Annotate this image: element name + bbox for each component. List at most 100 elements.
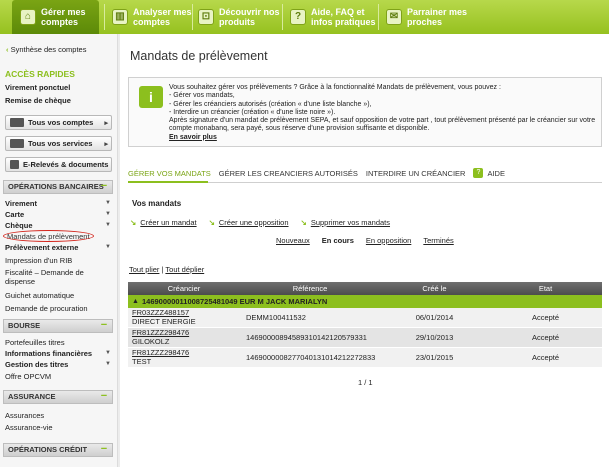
sidebar-item-informations[interactable]: Informations financières (5, 349, 92, 358)
tout-plier-link[interactable]: Tout plier (129, 265, 159, 274)
tous-vos-comptes-button[interactable]: Tous vos comptes ▸ (5, 115, 112, 130)
active-tab-indicator (128, 181, 208, 183)
sidebar-item-virement[interactable]: Virement (5, 199, 37, 208)
filter-en-cours[interactable]: En cours (322, 236, 354, 245)
sidebar: ‹ Synthèse des comptes ACCÈS RAPIDES Vir… (0, 34, 118, 467)
sidebar-item-rib[interactable]: Impression d'un RIB (5, 256, 72, 265)
collapse-icon[interactable]: − (99, 181, 109, 192)
main-content: Mandats de prélèvement i Vous souhaitez … (120, 34, 609, 467)
supprimer-mandats-link[interactable]: ↘ Supprimer vos mandats (301, 218, 391, 227)
collapse-triangle-icon[interactable]: ▲ (132, 295, 139, 308)
filter-en-opposition[interactable]: En opposition (366, 236, 411, 245)
column-reference[interactable]: Référence (240, 282, 380, 295)
document-icon (10, 160, 19, 169)
status-cell: Accepté (531, 333, 560, 342)
sidebar-item-assurance-vie[interactable]: Assurance-vie (5, 423, 53, 432)
tab-analyser-mes-comptes[interactable]: ▥ Analyser mes comptes (112, 2, 195, 32)
gift-icon: ✉ (386, 9, 402, 25)
filter-termines[interactable]: Terminés (423, 236, 453, 245)
tab-aide[interactable]: AIDE (487, 169, 505, 178)
tab-gerer-mes-comptes[interactable]: ⌂ Gérer mes comptes (12, 0, 99, 34)
info-text: Vous souhaitez gérer vos prélèvements ? … (169, 84, 599, 142)
subtabs: GÉRER VOS MANDATS GÉRER LES CREANCIERS A… (128, 166, 513, 180)
table-row[interactable]: FR81ZZZ298476 TEST 1469000008277040131014… (128, 348, 602, 368)
card-icon (10, 118, 24, 127)
sidebar-item-procuration[interactable]: Demande de procuration (5, 304, 88, 313)
account-group-row[interactable]: ▲ 146900000110087254810​49 EUR M JACK MA… (128, 295, 602, 308)
table-row[interactable]: FR81ZZZ298476 GILOKOLZ 146900008945893101… (128, 328, 602, 348)
e-releves-button[interactable]: E-Relevés & documents (5, 157, 112, 172)
sidebar-item-fiscalite[interactable]: Fiscalité – Demande de dispense (5, 268, 105, 286)
tab-parrainer[interactable]: ✉ Parrainer mes proches (386, 2, 477, 32)
operations-bancaires-header[interactable]: OPÉRATIONS BANCAIRES − (3, 180, 113, 194)
column-cree-le[interactable]: Créé le (380, 282, 489, 295)
column-creancier[interactable]: Créancier (128, 282, 240, 295)
table-row[interactable]: FR03ZZZ488157 DIRECT ENERGIE DEMM10041153… (128, 308, 602, 328)
quick-remise-de-cheque[interactable]: Remise de chèque (5, 96, 71, 105)
info-icon: i (139, 86, 163, 108)
highlight-circle (3, 230, 94, 242)
chart-icon: ▥ (112, 9, 128, 25)
collapse-icon[interactable]: − (99, 391, 109, 402)
status-filters: Nouveaux En cours En opposition Terminés (276, 236, 466, 245)
tab-aide-faq[interactable]: ? Aide, FAQ et infos pratiques (290, 2, 383, 32)
sidebar-item-carte[interactable]: Carte (5, 210, 24, 219)
sidebar-item-gestion-titres[interactable]: Gestion des titres (5, 360, 68, 369)
tout-deplier-link[interactable]: Tout déplier (165, 265, 204, 274)
assurance-header[interactable]: ASSURANCE − (3, 390, 113, 404)
reference-cell: DEMM100411532 (246, 313, 306, 322)
sidebar-item-prelevement-externe[interactable]: Prélèvement externe (5, 243, 78, 252)
creancier-name: DIRECT ENERGIE (132, 316, 196, 326)
tab-decouvrir-nos-produits[interactable]: ⊡ Découvrir nos produits (198, 2, 281, 32)
top-navigation: ⌂ Gérer mes comptes ▥ Analyser mes compt… (0, 0, 609, 34)
triangle-down-icon: ▼ (105, 350, 111, 356)
cart-icon: ⊡ (198, 9, 214, 25)
tab-label: Parrainer mes proches (407, 7, 468, 27)
collapse-icon[interactable]: − (99, 320, 109, 331)
reference-cell: 1469000089458931014212057933​1 (246, 333, 367, 342)
date-cell: 06/01/2014 (415, 313, 454, 322)
tab-label: Analyser mes comptes (133, 7, 192, 27)
info-box: i Vous souhaitez gérer vos prélèvements … (128, 77, 602, 147)
creancier-name: GILOKOLZ (132, 336, 170, 346)
filter-nouveaux[interactable]: Nouveaux (276, 236, 310, 245)
date-cell: 23/01/2015 (415, 353, 454, 362)
synthese-link[interactable]: ‹ Synthèse des comptes (6, 45, 86, 54)
triangle-down-icon: ▼ (105, 200, 111, 206)
status-cell: Accepté (531, 313, 560, 322)
column-etat[interactable]: Etat (489, 282, 602, 295)
triangle-down-icon: ▼ (105, 244, 111, 250)
sidebar-item-guichet[interactable]: Guichet automatique (5, 291, 74, 300)
mandate-actions: ↘ Créer un mandat ↘ Créer une opposition ↘… (130, 218, 402, 227)
fold-toggles: Tout plier | Tout déplier (129, 265, 205, 274)
pagination: 1 / 1 (358, 378, 373, 387)
tab-creanciers-autorises[interactable]: GÉRER LES CREANCIERS AUTORISÉS (219, 169, 358, 178)
sidebar-item-assurances[interactable]: Assurances (5, 411, 44, 420)
creer-opposition-link[interactable]: ↘ Créer une opposition (209, 218, 289, 227)
en-savoir-plus-link[interactable]: En savoir plus (169, 134, 599, 142)
triangle-down-icon: ▼ (105, 361, 111, 367)
creancier-name: TEST (132, 356, 152, 366)
sidebar-item-cheque[interactable]: Chèque (5, 221, 33, 230)
page-title: Mandats de prélèvement (130, 49, 268, 63)
tab-gerer-mandats[interactable]: GÉRER VOS MANDATS (128, 169, 211, 178)
reference-cell: 146900000827704013101421227283​3 (246, 353, 376, 362)
triangle-down-icon: ▼ (105, 211, 111, 217)
quick-virement-ponctuel[interactable]: Virement ponctuel (5, 83, 70, 92)
arrow-right-icon: ↘ (130, 218, 137, 227)
sidebar-item-portefeuilles[interactable]: Portefeuilles titres (5, 338, 65, 347)
section-title: Vos mandats (132, 199, 182, 208)
sidebar-item-opcvm[interactable]: Offre OPCVM (5, 372, 51, 381)
car-icon (10, 139, 24, 148)
creer-mandat-link[interactable]: ↘ Créer un mandat (130, 218, 197, 227)
collapse-icon[interactable]: − (99, 444, 109, 455)
tab-label: Aide, FAQ et infos pratiques (311, 7, 376, 27)
tous-vos-services-button[interactable]: Tous vos services ▸ (5, 136, 112, 151)
help-icon: ? (290, 9, 306, 25)
operations-credit-header[interactable]: OPÉRATIONS CRÉDIT − (3, 443, 113, 457)
help-icon[interactable]: ? (473, 168, 484, 178)
date-cell: 29/10/2013 (415, 333, 454, 342)
tab-interdire-creancier[interactable]: INTERDIRE UN CRÉANCIER (366, 169, 466, 178)
bourse-header[interactable]: BOURSE − (3, 319, 113, 333)
chevron-right-icon: ▸ (104, 119, 108, 127)
